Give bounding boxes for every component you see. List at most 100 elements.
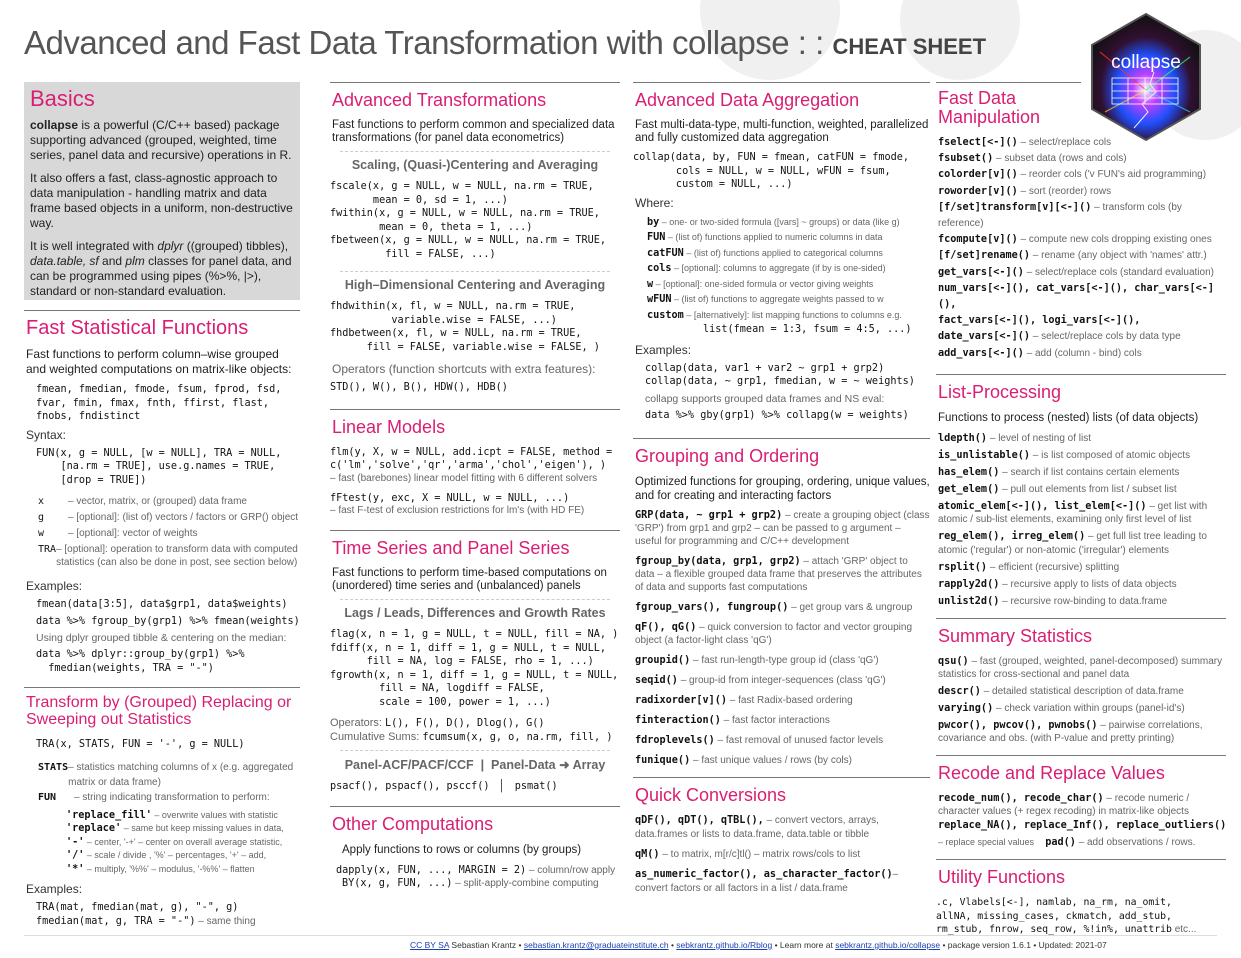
function-item: GRP(data, ~ grp1 + grp2) – create a grou… — [635, 509, 930, 548]
label: Cumulative Sums: — [330, 730, 423, 743]
divider — [633, 438, 930, 439]
example-note: collapg supports grouped data frames and… — [645, 392, 885, 405]
operation-row: '/' – scale / divide , '%' – percentages… — [66, 849, 300, 863]
grouping-section: Grouping and Ordering Optimized function… — [633, 438, 930, 767]
text: plm — [125, 254, 145, 268]
function-desc: – fast unique values / rows (by cols) — [690, 755, 852, 766]
function-item: fcompute[v]() – compute new cols droppin… — [938, 232, 1226, 248]
function-item: qsu() – fast (grouped, weighted, panel-d… — [938, 655, 1226, 681]
divider — [936, 859, 1226, 861]
email-link[interactable]: sebastian.krantz@graduateinstitute.ch — [524, 940, 669, 950]
argument-row: x – vector, matrix, or (grouped) data fra… — [38, 495, 300, 508]
function-item: fgroup_vars(), fungroup() – get group va… — [635, 601, 930, 614]
section-title-aggregation: Advanced Data Aggregation — [635, 90, 860, 110]
function-desc: – recursive row-binding to data.frame — [999, 595, 1168, 607]
column-3: Advanced Data Aggregation Fast multi-dat… — [633, 82, 930, 902]
examples-label: Examples: — [26, 579, 83, 593]
code: list(fmean = 1:3, fsum = 4:5, ...) — [703, 324, 912, 335]
function-item: replace_NA(), replace_Inf(), replace_out… — [938, 818, 1226, 834]
function-code: num_vars[<-](), cat_vars[<-](), char_var… — [938, 282, 1215, 311]
text: Array — [572, 758, 606, 772]
divider — [340, 750, 610, 751]
subsection-title: Panel-ACF/PACF/CCF | Panel-Data ➜ Array — [344, 758, 606, 772]
operators-label: Operators (function shortcuts with extra… — [332, 362, 596, 376]
subsection-title: High–Dimensional Centering and Averaging — [344, 278, 606, 292]
function-item: atomic_elem[<-](), list_elem[<-]() – get… — [938, 500, 1226, 527]
function-code: finteraction() — [635, 715, 721, 726]
function-code: fdroplevels() — [635, 735, 715, 746]
operation-desc: – multiply, '%%' – modulus, '-%%' – flat… — [84, 863, 255, 874]
function-desc: – rename (any object with 'names' attr.) — [1030, 250, 1207, 262]
function-item: as_numeric_factor(), as_character_factor… — [635, 868, 930, 896]
syntax-label: Syntax: — [26, 427, 67, 442]
function-item: pwcor(), pwcov(), pwnobs() – pairwise co… — [938, 719, 1226, 745]
operation-desc: – same but keep missing values in data, — [121, 823, 284, 833]
function-code: colorder[v]() — [938, 169, 1018, 181]
section-title-fast-stat: Fast Statistical Functions — [26, 317, 249, 339]
function-item: reg_elem(), irreg_elem() – get full list… — [938, 530, 1226, 557]
examples-label: Examples: — [635, 342, 692, 357]
function-desc: – select/replace cols by data type — [1030, 331, 1181, 343]
label: Operators: — [330, 717, 386, 729]
argument-desc: – one- or two-sided formula ([vars] ~ gr… — [659, 216, 900, 227]
function-item: fsubset() – subset data (rows and cols) — [938, 151, 1226, 167]
code: fcumsum(x, g, o, na.rm, fill, ) — [422, 731, 613, 743]
operation-desc: – scale / divide , '%' – percentages, '+… — [84, 850, 267, 860]
code: dapply(x, FUN, ..., MARGIN = 2) — [336, 864, 527, 876]
function-code: qDF(), qDT(), qTBL(), — [635, 815, 764, 826]
argument-desc: – (list of) functions to aggregate weigh… — [671, 294, 884, 304]
section-title-recode: Recode and Replace Values — [938, 763, 1165, 784]
function-code: unlist2d() — [938, 595, 1000, 607]
code: psmat() — [514, 781, 558, 792]
argument-list: by – one- or two-sided formula ([vars] ~… — [633, 215, 930, 324]
section-title-transform: Transform by (Grouped) Replacing or Swee… — [26, 694, 292, 728]
other-computations-section: Other Computations Apply functions to ro… — [330, 805, 620, 891]
arrow-right-icon: ➜ — [559, 758, 570, 772]
logo-text: collapse — [1111, 52, 1181, 73]
hex-sticker-icon: collapse — [1091, 12, 1201, 142]
website-link[interactable]: sebkrantz.github.io/collapse — [835, 940, 940, 950]
section-intro: Fast multi-data-type, multi-function, we… — [635, 119, 929, 144]
function-code: reg_elem(), irreg_elem() — [938, 531, 1086, 543]
text: and — [98, 254, 126, 268]
function-item: qF(), qG() – quick conversion to factor … — [635, 621, 930, 647]
argument-key: by — [647, 216, 660, 228]
function-item: add_vars[<-]() – add (column - bind) col… — [938, 346, 1226, 362]
function-item: unlist2d() – recursive row-binding to da… — [938, 595, 1226, 609]
function-code: date_vars[<-]() — [938, 331, 1031, 343]
blog-link[interactable]: sebkrantz.github.io/Rblog — [676, 940, 772, 950]
function-item: get_elem() – pull out elements from list… — [938, 483, 1226, 497]
function-code: radixorder[v]() — [635, 695, 728, 706]
desc: – column/row apply — [526, 864, 616, 876]
operation-desc: – overwrite values with statistic — [151, 809, 278, 820]
code-block: flag(x, n = 1, g = NULL, t = NULL, fill … — [330, 629, 619, 708]
argument-desc: – [optional]: (list of) vectors / factor… — [68, 512, 299, 523]
divider — [330, 82, 620, 83]
function-item: seqid() – group-id from integer-sequence… — [635, 674, 930, 687]
code: replace_NA(), replace_Inf(), replace_out… — [938, 820, 1227, 832]
code-desc: – fast F-test of exclusion restrictions … — [330, 505, 585, 516]
function-item: rapply2d() – recursive apply to lists of… — [938, 578, 1226, 592]
function-desc: – fast Radix-based ordering — [727, 695, 853, 706]
operation-row: 'replace' – same but keep missing values… — [66, 822, 300, 836]
function-item: colorder[v]() – reorder cols ('v FUN's a… — [938, 167, 1226, 183]
function-list: qsu() – fast (grouped, weighted, panel-d… — [936, 655, 1226, 745]
divider — [340, 599, 610, 600]
function-code: funique() — [635, 755, 691, 766]
function-item: finteraction() – fast factor interaction… — [635, 714, 930, 727]
license-link[interactable]: CC BY SA — [410, 940, 449, 950]
section-title-linear: Linear Models — [332, 416, 446, 437]
cheat-sheet-label: CHEAT SHEET — [832, 34, 987, 59]
desc: – add observations / rows. — [1075, 837, 1196, 849]
function-item: [f/set]transform[v][<-]() – transform co… — [938, 200, 1226, 232]
function-list: fmean, fmedian, fmode, fsum, fprod, fsd,… — [36, 384, 282, 422]
function-desc: – pull out elements from list / subset l… — [999, 483, 1177, 495]
function-code: GRP(data, ~ grp1 + grp2) — [635, 510, 783, 521]
function-item: roworder[v]() – sort (reorder) rows — [938, 184, 1226, 200]
collapse-name: collapse — [30, 118, 79, 132]
time-series-section: Time Series and Panel Series Fast functi… — [330, 530, 620, 794]
divider — [340, 151, 610, 152]
operation-list: 'replace_fill' – overwrite values with s… — [66, 809, 300, 877]
function-code: get_elem() — [938, 483, 1000, 495]
argument-key: TRA — [38, 544, 57, 555]
